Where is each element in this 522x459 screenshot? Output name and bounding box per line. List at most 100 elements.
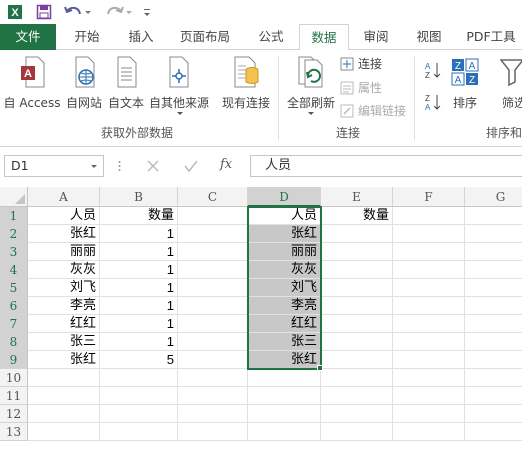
tab-home[interactable]: 开始 — [62, 24, 112, 50]
cell-c7[interactable] — [178, 315, 248, 333]
cell-g9[interactable] — [465, 351, 522, 369]
cell-g4[interactable] — [465, 261, 522, 279]
row-header[interactable]: 10 — [0, 369, 28, 387]
cell-f5[interactable] — [393, 279, 465, 297]
cell-c12[interactable] — [178, 405, 248, 423]
cell-f11[interactable] — [393, 387, 465, 405]
row-header[interactable]: 5 — [0, 279, 28, 297]
cell-d9[interactable]: 张红 — [248, 351, 321, 369]
cell-a7[interactable]: 红红 — [28, 315, 100, 333]
drag-handle[interactable] — [118, 157, 121, 175]
cell-c3[interactable] — [178, 243, 248, 261]
tab-view[interactable]: 视图 — [404, 24, 454, 50]
row-header[interactable]: 2 — [0, 225, 28, 243]
cell-e2[interactable] — [321, 225, 393, 243]
existing-connections-button[interactable]: 现有连接 — [218, 54, 274, 120]
cell-c8[interactable] — [178, 333, 248, 351]
row-header[interactable]: 11 — [0, 387, 28, 405]
column-header-e[interactable]: E — [321, 187, 393, 207]
cell-a10[interactable] — [28, 369, 100, 387]
cell-e8[interactable] — [321, 333, 393, 351]
tab-file[interactable]: 文件 — [0, 24, 56, 50]
enter-icon[interactable] — [184, 159, 198, 176]
cell-g7[interactable] — [465, 315, 522, 333]
cell-f8[interactable] — [393, 333, 465, 351]
cell-g8[interactable] — [465, 333, 522, 351]
cell-b3[interactable]: 1 — [100, 243, 178, 261]
row-header[interactable]: 12 — [0, 405, 28, 423]
select-all-corner[interactable] — [0, 187, 28, 207]
cell-d13[interactable] — [248, 423, 321, 441]
cell-g6[interactable] — [465, 297, 522, 315]
cell-e4[interactable] — [321, 261, 393, 279]
cell-f7[interactable] — [393, 315, 465, 333]
cell-d12[interactable] — [248, 405, 321, 423]
name-box[interactable]: D1 — [4, 155, 104, 177]
cell-b7[interactable]: 1 — [100, 315, 178, 333]
cell-f10[interactable] — [393, 369, 465, 387]
column-header-d[interactable]: D — [248, 187, 321, 207]
cell-g1[interactable] — [465, 207, 522, 225]
column-header-c[interactable]: C — [178, 187, 248, 207]
cell-a6[interactable]: 李亮 — [28, 297, 100, 315]
cell-f4[interactable] — [393, 261, 465, 279]
cell-b1[interactable]: 数量 — [100, 207, 178, 225]
row-header[interactable]: 1 — [0, 207, 28, 225]
cell-b5[interactable]: 1 — [100, 279, 178, 297]
cell-f3[interactable] — [393, 243, 465, 261]
column-header-a[interactable]: A — [28, 187, 100, 207]
cell-g10[interactable] — [465, 369, 522, 387]
row-header[interactable]: 8 — [0, 333, 28, 351]
row-header[interactable]: 6 — [0, 297, 28, 315]
tab-page-layout[interactable]: 页面布局 — [170, 24, 240, 50]
row-header[interactable]: 7 — [0, 315, 28, 333]
cell-e3[interactable] — [321, 243, 393, 261]
cell-d11[interactable] — [248, 387, 321, 405]
cell-f9[interactable] — [393, 351, 465, 369]
cell-g11[interactable] — [465, 387, 522, 405]
cell-g3[interactable] — [465, 243, 522, 261]
cell-c5[interactable] — [178, 279, 248, 297]
row-header[interactable]: 4 — [0, 261, 28, 279]
from-other-sources-button[interactable]: 自其他来源 — [147, 54, 211, 120]
cell-f2[interactable] — [393, 225, 465, 243]
cancel-icon[interactable] — [146, 159, 160, 176]
fill-handle[interactable] — [317, 365, 323, 371]
cell-a13[interactable] — [28, 423, 100, 441]
cell-f12[interactable] — [393, 405, 465, 423]
cell-e7[interactable] — [321, 315, 393, 333]
cell-a4[interactable]: 灰灰 — [28, 261, 100, 279]
from-text-button[interactable]: 自文本 — [105, 54, 147, 120]
cell-d8[interactable]: 张三 — [248, 333, 321, 351]
cell-b4[interactable]: 1 — [100, 261, 178, 279]
column-header-b[interactable]: B — [100, 187, 178, 207]
cell-d6[interactable]: 李亮 — [248, 297, 321, 315]
cell-e12[interactable] — [321, 405, 393, 423]
cell-a12[interactable] — [28, 405, 100, 423]
row-header[interactable]: 13 — [0, 423, 28, 441]
cell-g13[interactable] — [465, 423, 522, 441]
redo-icon[interactable] — [104, 3, 134, 21]
cell-a11[interactable] — [28, 387, 100, 405]
column-header-f[interactable]: F — [393, 187, 465, 207]
cell-c10[interactable] — [178, 369, 248, 387]
cell-d4[interactable]: 灰灰 — [248, 261, 321, 279]
cell-c1[interactable] — [178, 207, 248, 225]
cell-b13[interactable] — [100, 423, 178, 441]
cell-b6[interactable]: 1 — [100, 297, 178, 315]
cell-d2[interactable]: 张红 — [248, 225, 321, 243]
cell-a1[interactable]: 人员 — [28, 207, 100, 225]
insert-function-button[interactable]: fx — [220, 157, 232, 172]
cell-d1[interactable]: 人员 — [248, 207, 321, 225]
cell-c4[interactable] — [178, 261, 248, 279]
cell-e5[interactable] — [321, 279, 393, 297]
cell-c2[interactable] — [178, 225, 248, 243]
cell-e11[interactable] — [321, 387, 393, 405]
cell-b11[interactable] — [100, 387, 178, 405]
formula-input[interactable]: 人员 — [250, 155, 522, 177]
save-icon[interactable] — [34, 3, 54, 21]
tab-formulas[interactable]: 公式 — [246, 24, 296, 50]
filter-button[interactable]: 筛选 — [496, 54, 522, 120]
undo-icon[interactable] — [62, 3, 92, 21]
cell-f6[interactable] — [393, 297, 465, 315]
